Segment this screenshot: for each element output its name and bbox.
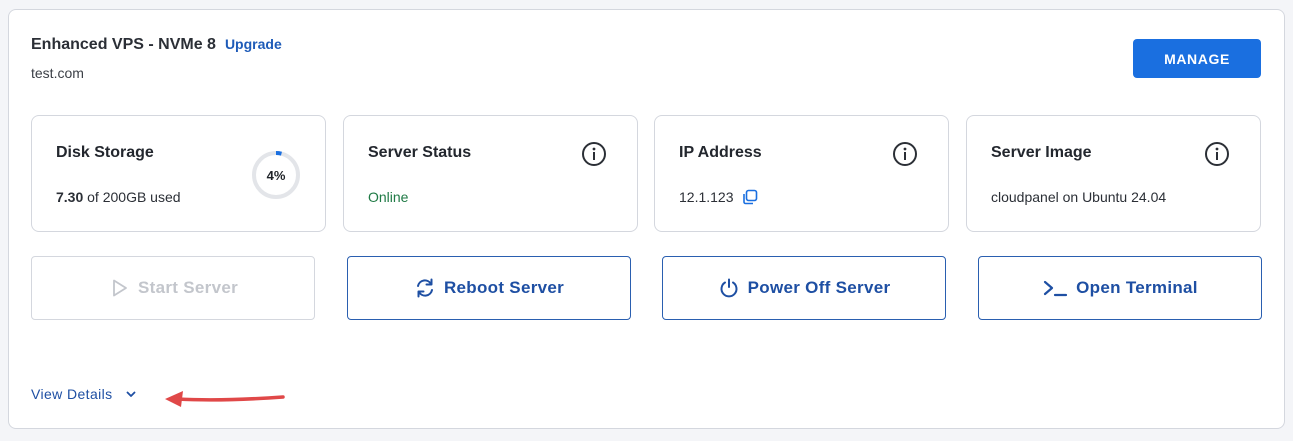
server-status-value: Online bbox=[368, 189, 408, 205]
disk-storage-tile: Disk Storage 7.30 of 200GB used 4% bbox=[31, 115, 326, 232]
ip-address-tile: IP Address 12.1.123 bbox=[654, 115, 949, 232]
server-card: Enhanced VPS - NVMe 8 Upgrade test.com M… bbox=[8, 9, 1285, 429]
disk-storage-usage: 7.30 of 200GB used bbox=[56, 189, 181, 205]
open-terminal-button[interactable]: Open Terminal bbox=[978, 256, 1262, 320]
disk-used-value: 7.30 bbox=[56, 189, 84, 205]
power-off-server-label: Power Off Server bbox=[747, 278, 891, 297]
ip-address-title: IP Address bbox=[679, 144, 762, 161]
power-off-server-button[interactable]: Power Off Server bbox=[662, 256, 946, 320]
play-icon bbox=[113, 279, 127, 297]
reboot-server-button[interactable]: Reboot Server bbox=[347, 256, 631, 320]
view-details-toggle[interactable]: View Details bbox=[31, 386, 137, 402]
upgrade-link[interactable]: Upgrade bbox=[225, 36, 282, 52]
server-image-tile: Server Image cloudpanel on Ubuntu 24.04 bbox=[966, 115, 1261, 232]
server-domain: test.com bbox=[31, 65, 84, 81]
power-icon bbox=[720, 278, 738, 298]
terminal-icon bbox=[1044, 280, 1068, 297]
server-image-value: cloudpanel on Ubuntu 24.04 bbox=[991, 189, 1167, 205]
status-online-text: Online bbox=[368, 189, 409, 205]
chevron-down-icon bbox=[126, 391, 135, 397]
ip-address-value: 12.1.123 bbox=[679, 189, 734, 205]
disk-usage-percent: 4% bbox=[266, 167, 286, 183]
refresh-icon bbox=[416, 278, 433, 298]
disk-total-text: of 200GB used bbox=[87, 189, 181, 205]
server-image-value-row: cloudpanel on Ubuntu 24.04 bbox=[991, 189, 1166, 205]
manage-button[interactable]: MANAGE bbox=[1133, 39, 1261, 78]
server-image-title: Server Image bbox=[991, 144, 1092, 161]
title-row: Enhanced VPS - NVMe 8 Upgrade bbox=[31, 36, 282, 54]
info-circle-icon[interactable] bbox=[892, 141, 918, 167]
server-status-title: Server Status bbox=[368, 144, 472, 161]
ip-address-value-row: 12.1.123 bbox=[679, 189, 758, 205]
start-server-label: Start Server bbox=[138, 278, 238, 297]
reboot-server-label: Reboot Server bbox=[443, 278, 565, 297]
disk-storage-title: Disk Storage bbox=[56, 144, 154, 161]
info-circle-icon[interactable] bbox=[581, 141, 607, 167]
plan-name: Enhanced VPS - NVMe 8 bbox=[31, 36, 216, 53]
copy-icon[interactable] bbox=[742, 189, 758, 205]
start-server-button[interactable]: Start Server bbox=[31, 256, 315, 320]
info-circle-icon[interactable] bbox=[1204, 141, 1230, 167]
view-details-label: View Details bbox=[31, 386, 113, 402]
server-status-tile: Server Status Online bbox=[343, 115, 638, 232]
annotation-arrow-icon bbox=[165, 391, 285, 407]
open-terminal-label: Open Terminal bbox=[1076, 278, 1198, 297]
